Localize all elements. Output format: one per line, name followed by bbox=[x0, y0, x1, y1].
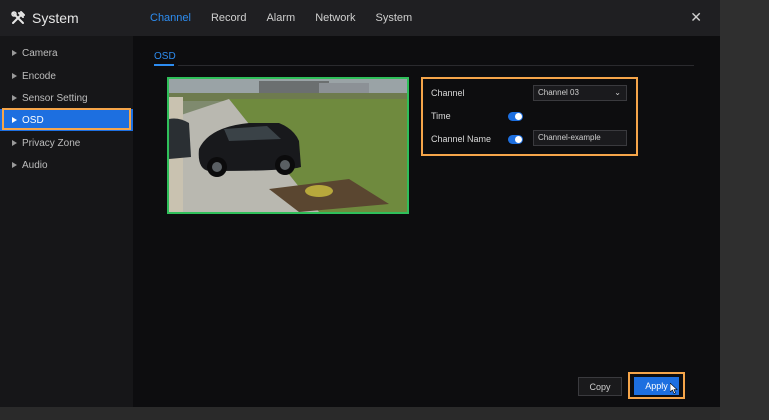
sidebar-item-label: Privacy Zone bbox=[22, 137, 81, 149]
toggle-knob bbox=[515, 136, 522, 143]
app-window: System Channel Record Alarm Network Syst… bbox=[0, 0, 720, 407]
tab-network[interactable]: Network bbox=[315, 12, 355, 24]
tab-channel[interactable]: Channel bbox=[150, 12, 191, 24]
bottom-background-strip bbox=[0, 407, 720, 420]
main-tabs: Channel Record Alarm Network System bbox=[150, 0, 432, 36]
right-background-strip bbox=[720, 0, 769, 420]
camera-preview bbox=[167, 77, 409, 214]
triangle-right-icon bbox=[12, 140, 17, 146]
tab-record[interactable]: Record bbox=[211, 12, 246, 24]
triangle-right-icon bbox=[12, 95, 17, 101]
top-bar: System Channel Record Alarm Network Syst… bbox=[0, 0, 720, 36]
triangle-right-icon bbox=[12, 73, 17, 79]
sidebar-item-osd[interactable]: OSD bbox=[0, 109, 133, 131]
triangle-right-icon bbox=[12, 50, 17, 56]
sidebar-item-label: Sensor Setting bbox=[22, 92, 88, 104]
tab-system[interactable]: System bbox=[376, 12, 413, 24]
time-label: Time bbox=[431, 111, 451, 121]
triangle-right-icon bbox=[12, 117, 17, 123]
channel-label: Channel bbox=[431, 88, 465, 98]
channel-name-input[interactable]: Channel-example bbox=[533, 130, 627, 146]
triangle-right-icon bbox=[12, 162, 17, 168]
sidebar-item-label: OSD bbox=[22, 114, 44, 126]
app-brand: System bbox=[10, 0, 79, 36]
sidebar-item-audio[interactable]: Audio bbox=[0, 153, 133, 177]
sidebar-item-privacy-zone[interactable]: Privacy Zone bbox=[0, 131, 133, 155]
channel-select-value: Channel 03 bbox=[538, 88, 579, 97]
subtab-underline bbox=[154, 64, 174, 66]
preview-image bbox=[169, 79, 407, 212]
tab-alarm[interactable]: Alarm bbox=[266, 12, 295, 24]
channel-select[interactable]: Channel 03 ⌄ bbox=[533, 85, 627, 101]
subtab-osd[interactable]: OSD bbox=[154, 51, 176, 62]
sidebar-item-label: Camera bbox=[22, 47, 58, 59]
sidebar: Camera Encode Sensor Setting OSD Privacy… bbox=[0, 36, 133, 407]
sidebar-item-label: Audio bbox=[22, 159, 48, 171]
close-icon[interactable]: ✕ bbox=[690, 10, 702, 24]
sidebar-item-sensor-setting[interactable]: Sensor Setting bbox=[0, 86, 133, 110]
copy-button[interactable]: Copy bbox=[578, 377, 622, 396]
channel-name-toggle[interactable] bbox=[508, 135, 523, 144]
tools-icon bbox=[10, 10, 26, 26]
sidebar-item-label: Encode bbox=[22, 70, 56, 82]
sidebar-item-encode[interactable]: Encode bbox=[0, 64, 133, 88]
chevron-down-icon: ⌄ bbox=[614, 88, 621, 97]
time-toggle[interactable] bbox=[508, 112, 523, 121]
sidebar-item-camera[interactable]: Camera bbox=[0, 41, 133, 65]
channel-name-label: Channel Name bbox=[431, 134, 492, 144]
mouse-cursor-icon bbox=[669, 381, 678, 399]
divider bbox=[178, 65, 694, 66]
toggle-knob bbox=[515, 113, 522, 120]
app-title: System bbox=[32, 10, 79, 26]
